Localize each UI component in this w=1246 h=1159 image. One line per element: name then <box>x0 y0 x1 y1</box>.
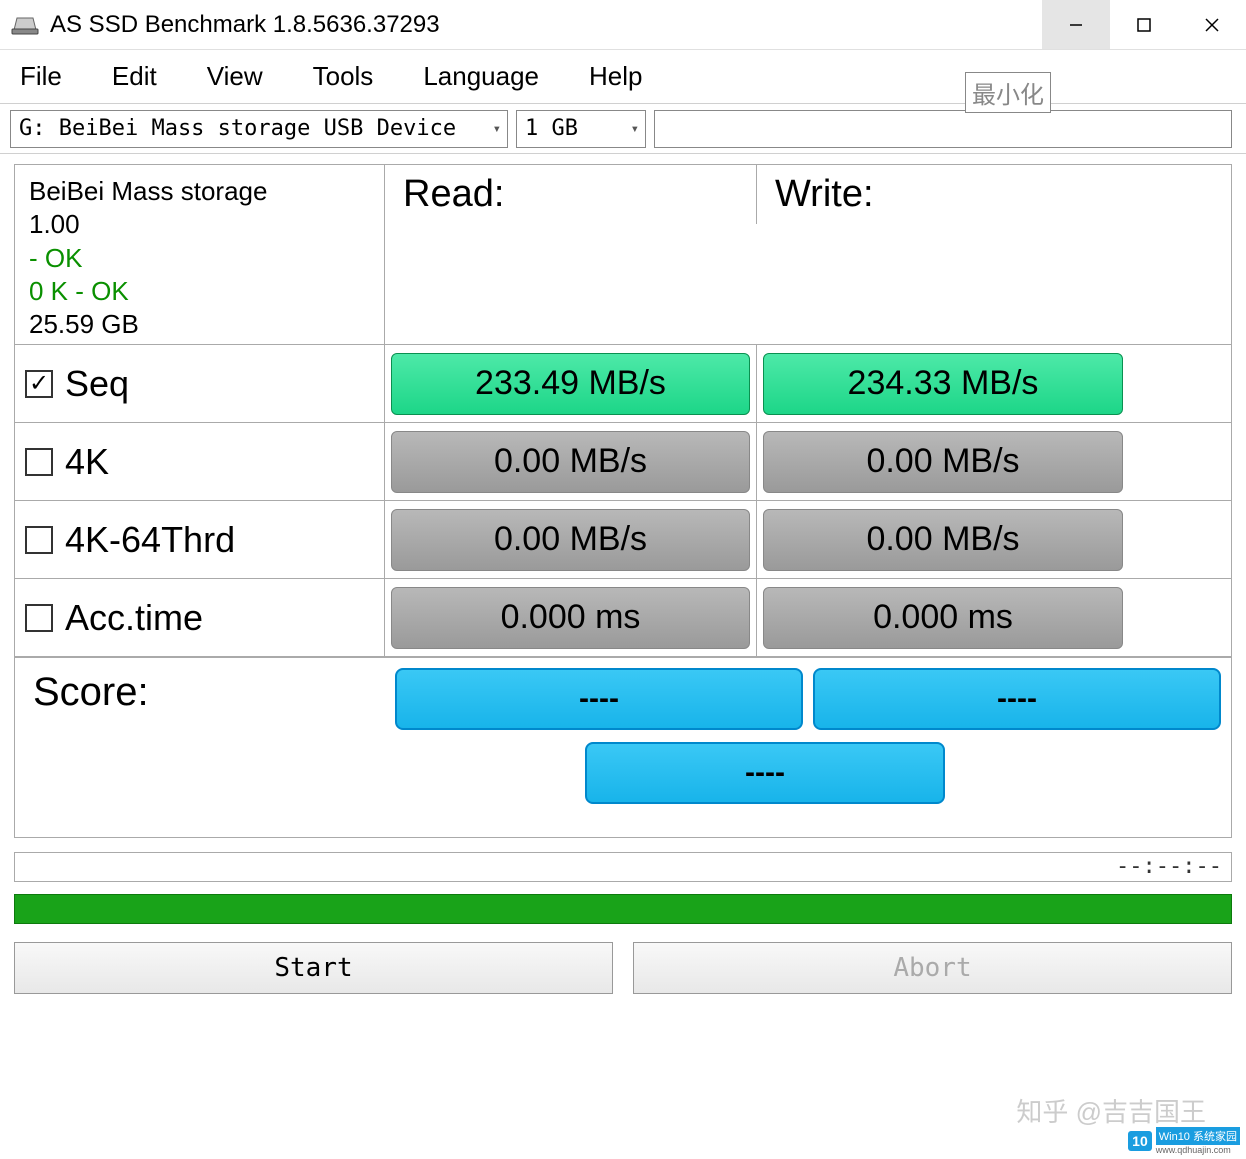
minimize-icon <box>1069 18 1083 32</box>
button-row: Start Abort <box>0 934 1246 1008</box>
progress-bar <box>14 852 1232 882</box>
test-4k64-label: 4K-64Thrd <box>65 519 235 561</box>
abort-button: Abort <box>633 942 1232 994</box>
row-acc: Acc.time 0.000 ms 0.000 ms <box>15 579 1231 657</box>
header-row: BeiBei Mass storage 1.00 - OK 0 K - OK 2… <box>15 165 1231 345</box>
seq-write-result: 234.33 MB/s <box>763 353 1123 415</box>
device-status2: 0 K - OK <box>29 275 129 308</box>
titlebar: AS SSD Benchmark 1.8.5636.37293 <box>0 0 1246 50</box>
menu-help[interactable]: Help <box>589 61 642 92</box>
checkbox-checked-icon: ✓ <box>25 370 53 398</box>
close-icon <box>1204 17 1220 33</box>
main-area: BeiBei Mass storage 1.00 - OK 0 K - OK 2… <box>0 154 1246 848</box>
menu-file[interactable]: File <box>20 61 62 92</box>
start-button[interactable]: Start <box>14 942 613 994</box>
drive-select-value: G: BeiBei Mass storage USB Device <box>19 116 456 141</box>
elapsed-time: --:--:-- <box>1116 854 1222 879</box>
acc-read-result: 0.000 ms <box>391 587 750 649</box>
test-4k-toggle[interactable]: 4K <box>15 441 384 483</box>
minimize-tooltip: 最小化 <box>965 72 1051 113</box>
watermark-badge: 10 <box>1128 1131 1152 1151</box>
device-name: BeiBei Mass storage <box>29 175 267 208</box>
4k64-read-result: 0.00 MB/s <box>391 509 750 571</box>
acc-write-result: 0.000 ms <box>763 587 1123 649</box>
watermark-logo: 10 Win10 系统家园 www.qdhuajin.com <box>1128 1127 1240 1155</box>
size-select-value: 1 GB <box>525 116 578 141</box>
device-capacity: 25.59 GB <box>29 308 139 341</box>
test-seq-label: Seq <box>65 363 129 405</box>
score-read: ---- <box>395 668 803 730</box>
score-total: ---- <box>585 742 945 804</box>
progress-area: --:--:-- <box>0 848 1246 934</box>
watermark-line2: www.qdhuajin.com <box>1156 1145 1240 1155</box>
chevron-down-icon: ▾ <box>493 121 501 137</box>
maximize-icon <box>1137 18 1151 32</box>
device-status1: - OK <box>29 242 82 275</box>
maximize-button[interactable] <box>1110 0 1178 49</box>
test-4k-label: 4K <box>65 441 109 483</box>
test-acc-label: Acc.time <box>65 597 203 639</box>
device-firmware: 1.00 <box>29 208 80 241</box>
menubar: File Edit View Tools Language Help <box>0 50 1246 104</box>
checkbox-icon <box>25 604 53 632</box>
minimize-button[interactable] <box>1042 0 1110 49</box>
4k64-write-result: 0.00 MB/s <box>763 509 1123 571</box>
read-header: Read: <box>385 165 757 224</box>
drive-select[interactable]: G: BeiBei Mass storage USB Device ▾ <box>10 110 508 148</box>
4k-write-result: 0.00 MB/s <box>763 431 1123 493</box>
checkbox-icon <box>25 448 53 476</box>
device-info: BeiBei Mass storage 1.00 - OK 0 K - OK 2… <box>15 165 385 351</box>
write-header: Write: <box>757 165 1129 224</box>
score-write: ---- <box>813 668 1221 730</box>
watermark-line1: Win10 系统家园 <box>1156 1127 1240 1145</box>
toolbar: G: BeiBei Mass storage USB Device ▾ 1 GB… <box>0 104 1246 154</box>
test-acc-toggle[interactable]: Acc.time <box>15 597 384 639</box>
window-title: AS SSD Benchmark 1.8.5636.37293 <box>48 11 1042 39</box>
app-icon <box>10 14 40 36</box>
menu-view[interactable]: View <box>207 61 263 92</box>
menu-edit[interactable]: Edit <box>112 61 157 92</box>
row-4k: 4K 0.00 MB/s 0.00 MB/s <box>15 423 1231 501</box>
close-button[interactable] <box>1178 0 1246 49</box>
test-seq-toggle[interactable]: ✓ Seq <box>15 363 384 405</box>
window-controls <box>1042 0 1246 49</box>
row-seq: ✓ Seq 233.49 MB/s 234.33 MB/s <box>15 345 1231 423</box>
progress-bar-complete <box>14 894 1232 924</box>
toolbar-extra-field[interactable] <box>654 110 1232 148</box>
seq-read-result: 233.49 MB/s <box>391 353 750 415</box>
score-row: Score: ---- ---- ---- <box>15 657 1231 837</box>
row-4k64: 4K-64Thrd 0.00 MB/s 0.00 MB/s <box>15 501 1231 579</box>
size-select[interactable]: 1 GB ▾ <box>516 110 646 148</box>
menu-tools[interactable]: Tools <box>313 61 374 92</box>
4k-read-result: 0.00 MB/s <box>391 431 750 493</box>
checkbox-icon <box>25 526 53 554</box>
chevron-down-icon: ▾ <box>631 121 639 137</box>
menu-language[interactable]: Language <box>423 61 539 92</box>
results-grid: BeiBei Mass storage 1.00 - OK 0 K - OK 2… <box>14 164 1232 838</box>
watermark-text: 知乎 @吉吉国王 <box>1016 1092 1206 1129</box>
test-4k64-toggle[interactable]: 4K-64Thrd <box>15 519 384 561</box>
